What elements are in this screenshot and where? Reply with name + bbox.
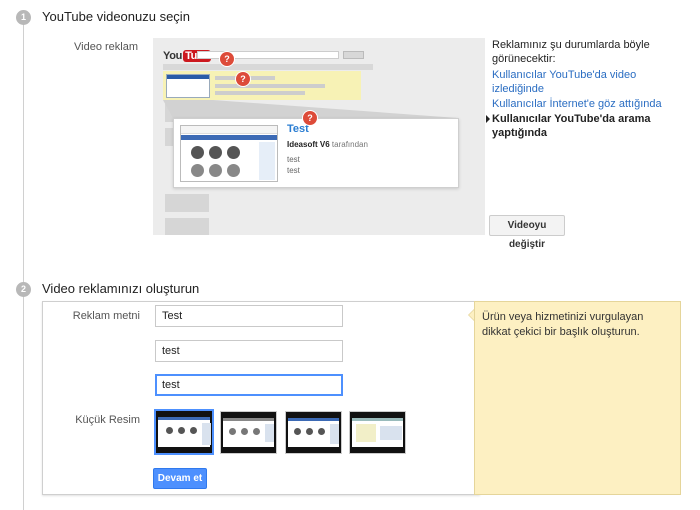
appearance-option-search[interactable]: Kullanıcılar YouTube'da arama yaptığında <box>492 112 672 140</box>
change-video-button[interactable]: Videoyu değiştir <box>489 215 565 250</box>
description-line-2-input[interactable] <box>155 374 343 396</box>
thumbnail-option-1[interactable] <box>154 409 214 455</box>
step-1-title: YouTube videonuzu seçin <box>42 9 190 24</box>
ad-preview: YouTube Test Ideasoft V6 tarafından test… <box>153 38 485 235</box>
ad-card-by-label: tarafından <box>331 140 368 149</box>
ad-text-label: Reklam metni <box>72 310 140 322</box>
help-marker-icon[interactable]: ? <box>220 52 234 66</box>
ad-card-thumbnail <box>180 125 278 182</box>
continue-button[interactable]: Devam et <box>153 468 207 489</box>
ad-card-line-1: test <box>287 155 300 164</box>
ad-form-card <box>42 301 480 495</box>
appearance-option-browse[interactable]: Kullanıcılar İnternet'e göz attığında <box>492 97 672 111</box>
thumbnail-option-2[interactable] <box>220 411 277 454</box>
ad-card-line-2: test <box>287 166 300 175</box>
ad-card-channel-name: Ideasoft V6 <box>287 140 330 149</box>
thumbnail-label: Küçük Resim <box>75 414 140 426</box>
appearance-option-watch[interactable]: Kullanıcılar YouTube'da video izlediğind… <box>492 68 672 96</box>
help-marker-icon[interactable]: ? <box>303 111 317 125</box>
step-2-badge: 2 <box>16 282 31 297</box>
step-2-title: Video reklamınızı oluşturun <box>42 281 200 296</box>
ad-card-channel: Ideasoft V6 tarafından <box>287 140 368 149</box>
thumbnail-option-4[interactable] <box>349 411 406 454</box>
step-timeline <box>23 20 24 510</box>
help-marker-icon[interactable]: ? <box>236 72 250 86</box>
thumbnail-option-3[interactable] <box>285 411 342 454</box>
headline-input[interactable] <box>155 305 343 327</box>
tip-text: Ürün veya hizmetinizi vurgulayan dikkat … <box>482 311 644 338</box>
step-1-badge: 1 <box>16 10 31 25</box>
tip-pointer <box>469 310 474 320</box>
appearance-title: Reklamınız şu durumlarda böyle görünecek… <box>492 39 650 65</box>
selected-option-marker-icon <box>486 115 490 123</box>
ad-card-title: Test <box>287 123 309 135</box>
ad-card: Test Ideasoft V6 tarafından test test <box>173 118 459 188</box>
video-ad-label: Video reklam <box>74 41 138 53</box>
description-line-1-input[interactable] <box>155 340 343 362</box>
